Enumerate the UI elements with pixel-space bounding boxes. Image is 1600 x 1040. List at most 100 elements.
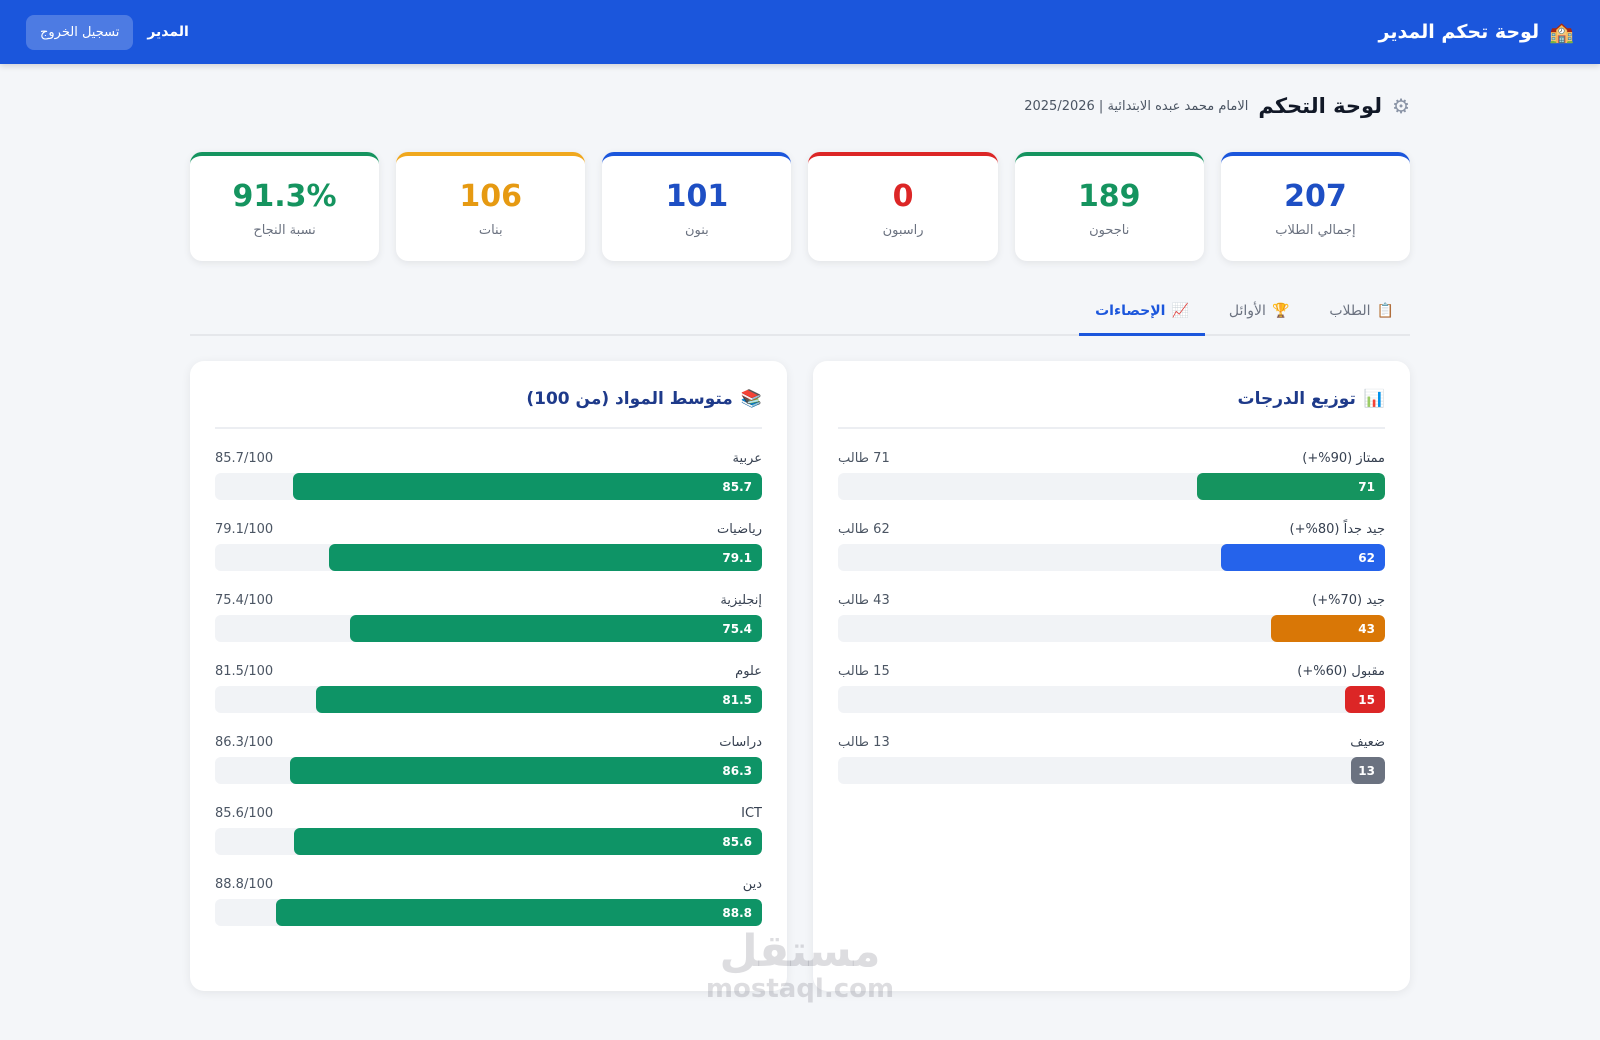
bar-row: جيد (70%+) 43 طالب 43: [838, 593, 1385, 642]
school-icon: 🏫: [1549, 20, 1574, 44]
subjects-panel-title: متوسط المواد (من 100): [526, 389, 733, 409]
bar-label: جيد جداً (80%+): [1289, 522, 1385, 537]
stat-label: ناجحون: [1089, 222, 1130, 238]
stat-label: بنات: [478, 222, 503, 238]
school-info: الامام محمد عبده الابتدائية | 2025/2026: [1024, 98, 1249, 114]
bar-fill: 43: [1271, 615, 1385, 642]
bar-fill: 71: [1197, 473, 1385, 500]
bar-count: 71 طالب: [838, 451, 890, 466]
grades-distribution-panel: 📊 توزيع الدرجات ممتاز (90%+) 71 طالب 71 جيد…: [813, 361, 1410, 991]
app-title: لوحة تحكم المدير: [1378, 21, 1540, 43]
bar-meta: ضعيف 13 طالب: [838, 735, 1385, 750]
bar-track: 71: [838, 473, 1385, 500]
bar-fill: 79.1: [329, 544, 762, 571]
chart-up-icon: 📈: [1171, 302, 1189, 319]
bar-label: دراسات: [719, 735, 762, 750]
bar-meta: جيد (70%+) 43 طالب: [838, 593, 1385, 608]
gear-icon: ⚙: [1392, 94, 1410, 118]
bar-count: 62 طالب: [838, 522, 890, 537]
bar-meta: ICT 85.6/100: [215, 806, 762, 821]
bar-row: دين 88.8/100 88.8: [215, 877, 762, 926]
stat-card: 0 راسبون: [808, 152, 998, 261]
bar-track: 88.8: [215, 899, 762, 926]
trophy-icon: 🏆: [1271, 303, 1290, 319]
tab-label: الإحصاءات: [1095, 302, 1166, 319]
top-bar: 🏫 لوحة تحكم المدير المدير تسجيل الخروج: [0, 0, 1600, 64]
logout-button[interactable]: تسجيل الخروج: [26, 14, 134, 50]
bar-meta: علوم 81.5/100: [215, 664, 762, 679]
bar-count: 43 طالب: [838, 593, 890, 608]
bar-meta: دراسات 86.3/100: [215, 735, 762, 750]
stat-card: 207 إجمالي الطلاب: [1220, 152, 1410, 261]
bar-count: 81.5/100: [215, 664, 274, 679]
tab-clipboard[interactable]: 📋 الطلاب: [1313, 288, 1410, 334]
stat-value: 0: [892, 178, 914, 214]
bar-row: ICT 85.6/100 85.6: [215, 806, 762, 855]
bar-fill: 85.7: [293, 473, 762, 500]
subjects-average-panel: 📚 متوسط المواد (من 100) عربية 85.7/100 85.…: [190, 361, 787, 991]
tab-chart-up[interactable]: 📈 الإحصاءات: [1079, 288, 1205, 336]
bar-row: مقبول (60%+) 15 طالب 15: [838, 664, 1385, 713]
bar-count: 85.7/100: [215, 451, 274, 466]
bar-track: 85.6: [215, 828, 762, 855]
bar-count: 85.6/100: [215, 806, 274, 821]
stat-value: 101: [665, 178, 729, 214]
bar-meta: مقبول (60%+) 15 طالب: [838, 664, 1385, 679]
bar-row: عربية 85.7/100 85.7: [215, 451, 762, 500]
bar-label: دين: [742, 877, 762, 892]
bar-meta: جيد جداً (80%+) 62 طالب: [838, 522, 1385, 537]
page-title: لوحة التحكم: [1258, 94, 1383, 118]
bar-row: إنجليزية 75.4/100 75.4: [215, 593, 762, 642]
tab-trophy[interactable]: 🏆 الأوائل: [1213, 288, 1305, 334]
stat-value: 189: [1077, 178, 1141, 214]
bar-meta: دين 88.8/100: [215, 877, 762, 892]
bar-row: جيد جداً (80%+) 62 طالب 62: [838, 522, 1385, 571]
books-icon: 📚: [740, 389, 762, 409]
subjects-bars: عربية 85.7/100 85.7 رياضيات 79.1/100 79.1 إنجل…: [215, 451, 762, 926]
bar-fill: 13: [1350, 757, 1385, 784]
grades-panel-header: 📊 توزيع الدرجات: [838, 389, 1385, 429]
bar-track: 85.7: [215, 473, 762, 500]
bar-count: 13 طالب: [838, 735, 890, 750]
bar-meta: عربية 85.7/100: [215, 451, 762, 466]
bar-fill: 85.6: [293, 828, 762, 855]
bar-label: علوم: [735, 664, 762, 679]
bar-track: 43: [838, 615, 1385, 642]
bar-label: جيد (70%+): [1312, 593, 1385, 608]
bar-track: 81.5: [215, 686, 762, 713]
bar-label: مقبول (60%+): [1297, 664, 1385, 679]
stat-value: 106: [459, 178, 523, 214]
bar-label: عربية: [732, 451, 762, 466]
bar-track: 75.4: [215, 615, 762, 642]
bar-chart-icon: 📊: [1363, 389, 1385, 409]
tab-label: الأوائل: [1228, 303, 1266, 319]
stats-row: 207 إجمالي الطلاب 189 ناجحون 0 راسبون 101 بنون 1…: [189, 152, 1410, 261]
bar-row: ممتاز (90%+) 71 طالب 71: [838, 451, 1385, 500]
bar-fill: 81.5: [316, 686, 762, 713]
bar-track: 86.3: [215, 757, 762, 784]
bar-count: 88.8/100: [215, 877, 274, 892]
stat-label: إجمالي الطلاب: [1275, 222, 1356, 238]
user-role: المدير: [147, 24, 189, 40]
stat-label: نسبة النجاح: [253, 222, 316, 238]
stat-card: 189 ناجحون: [1014, 152, 1204, 261]
page-heading: ⚙ لوحة التحكم الامام محمد عبده الابتدائي…: [1024, 94, 1410, 118]
bar-fill: 75.4: [349, 615, 762, 642]
tab-label: الطلاب: [1329, 303, 1371, 319]
bar-meta: ممتاز (90%+) 71 طالب: [838, 451, 1385, 466]
bar-fill: 86.3: [289, 757, 762, 784]
bar-track: 15: [838, 686, 1385, 713]
bar-count: 79.1/100: [215, 522, 274, 537]
bar-track: 62: [838, 544, 1385, 571]
bar-count: 15 طالب: [838, 664, 890, 679]
stat-card: 91.3% نسبة النجاح: [189, 152, 380, 261]
grades-panel-title: توزيع الدرجات: [1237, 389, 1356, 409]
stat-value: 207: [1284, 178, 1347, 214]
brand: 🏫 لوحة تحكم المدير: [1379, 20, 1575, 44]
stat-card: 106 بنات: [396, 152, 586, 261]
tab-bar: 📋 الطلاب 🏆 الأوائل 📈 الإحصاءات: [190, 288, 1410, 336]
stat-label: راسبون: [882, 222, 924, 238]
stat-value: 91.3%: [232, 178, 337, 214]
bar-count: 75.4/100: [215, 593, 274, 608]
bar-track: 13: [838, 757, 1385, 784]
